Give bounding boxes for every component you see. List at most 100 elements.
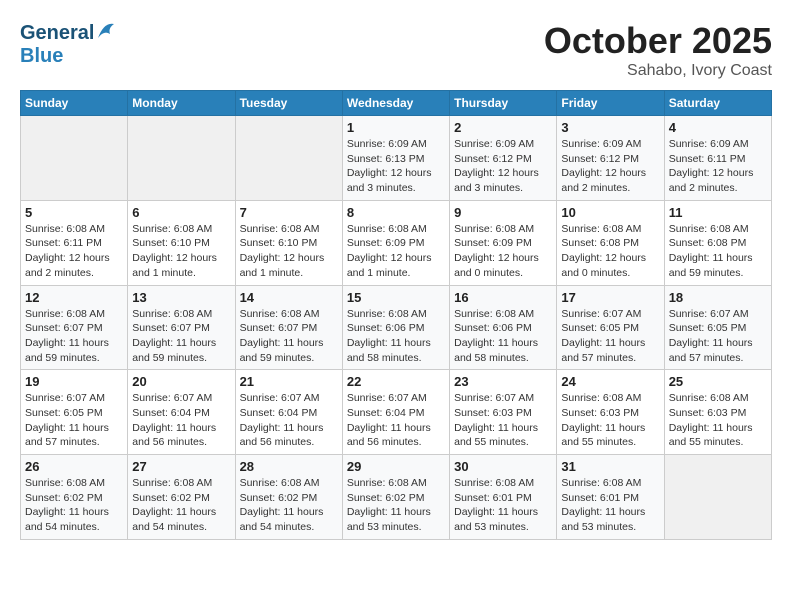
calendar-cell [128,116,235,201]
day-info: Sunrise: 6:09 AM Sunset: 6:12 PM Dayligh… [561,137,659,196]
day-info: Sunrise: 6:08 AM Sunset: 6:08 PM Dayligh… [561,222,659,281]
weekday-header-saturday: Saturday [664,91,771,116]
weekday-header-tuesday: Tuesday [235,91,342,116]
calendar-cell: 25Sunrise: 6:08 AM Sunset: 6:03 PM Dayli… [664,370,771,455]
calendar-cell: 1 Sunrise: 6:09 AM Sunset: 6:13 PM Daylig… [342,116,449,201]
day-number: 13 [132,290,230,305]
day-info: Sunrise: 6:07 AM Sunset: 6:03 PM Dayligh… [454,391,552,450]
day-info: Sunrise: 6:08 AM Sunset: 6:09 PM Dayligh… [454,222,552,281]
day-info: Sunrise: 6:08 AM Sunset: 6:02 PM Dayligh… [132,476,230,535]
calendar-cell: 12 Sunrise: 6:08 AM Sunset: 6:07 PM Dayli… [21,285,128,370]
day-number: 10 [561,205,659,220]
day-number: 1 [347,120,445,135]
calendar-cell: 15Sunrise: 6:08 AM Sunset: 6:06 PM Dayli… [342,285,449,370]
day-info: Sunrise: 6:09 AM Sunset: 6:12 PM Dayligh… [454,137,552,196]
calendar-cell: 24 Sunrise: 6:08 AM Sunset: 6:03 PM Dayli… [557,370,664,455]
day-info: Sunrise: 6:07 AM Sunset: 6:04 PM Dayligh… [132,391,230,450]
day-info: Sunrise: 6:08 AM Sunset: 6:02 PM Dayligh… [347,476,445,535]
calendar-cell: 23 Sunrise: 6:07 AM Sunset: 6:03 PM Dayli… [450,370,557,455]
day-number: 2 [454,120,552,135]
day-info: Sunrise: 6:08 AM Sunset: 6:10 PM Dayligh… [240,222,338,281]
calendar-cell: 6 Sunrise: 6:08 AM Sunset: 6:10 PM Daylig… [128,200,235,285]
calendar-cell: 4 Sunrise: 6:09 AM Sunset: 6:11 PM Daylig… [664,116,771,201]
day-number: 20 [132,374,230,389]
page-header: General Blue October 2025 Sahabo, Ivory … [20,20,772,80]
day-number: 8 [347,205,445,220]
calendar-cell: 30 Sunrise: 6:08 AM Sunset: 6:01 PM Dayli… [450,455,557,540]
day-number: 5 [25,205,123,220]
calendar-cell: 7 Sunrise: 6:08 AM Sunset: 6:10 PM Daylig… [235,200,342,285]
logo-bird-icon [96,20,116,40]
logo: General Blue [20,20,116,67]
calendar-cell [235,116,342,201]
day-number: 14 [240,290,338,305]
calendar-week-3: 12 Sunrise: 6:08 AM Sunset: 6:07 PM Dayli… [21,285,772,370]
day-info: Sunrise: 6:07 AM Sunset: 6:05 PM Dayligh… [669,307,767,366]
day-info: Sunrise: 6:08 AM Sunset: 6:07 PM Dayligh… [132,307,230,366]
day-info: Sunrise: 6:08 AM Sunset: 6:01 PM Dayligh… [561,476,659,535]
calendar-cell: 21Sunrise: 6:07 AM Sunset: 6:04 PM Dayli… [235,370,342,455]
weekday-header-sunday: Sunday [21,91,128,116]
day-number: 6 [132,205,230,220]
location-subtitle: Sahabo, Ivory Coast [544,62,772,80]
weekday-header-thursday: Thursday [450,91,557,116]
calendar-cell: 26 Sunrise: 6:08 AM Sunset: 6:02 PM Dayli… [21,455,128,540]
title-area: October 2025 Sahabo, Ivory Coast [544,20,772,80]
calendar-cell: 18Sunrise: 6:07 AM Sunset: 6:05 PM Dayli… [664,285,771,370]
day-number: 16 [454,290,552,305]
day-number: 24 [561,374,659,389]
day-number: 17 [561,290,659,305]
day-number: 27 [132,459,230,474]
day-info: Sunrise: 6:09 AM Sunset: 6:13 PM Dayligh… [347,137,445,196]
day-info: Sunrise: 6:08 AM Sunset: 6:03 PM Dayligh… [561,391,659,450]
day-number: 31 [561,459,659,474]
day-info: Sunrise: 6:08 AM Sunset: 6:06 PM Dayligh… [347,307,445,366]
day-number: 9 [454,205,552,220]
calendar-cell: 28Sunrise: 6:08 AM Sunset: 6:02 PM Dayli… [235,455,342,540]
calendar-cell: 10 Sunrise: 6:08 AM Sunset: 6:08 PM Dayli… [557,200,664,285]
calendar-cell: 27 Sunrise: 6:08 AM Sunset: 6:02 PM Dayli… [128,455,235,540]
calendar-cell [21,116,128,201]
day-info: Sunrise: 6:07 AM Sunset: 6:05 PM Dayligh… [25,391,123,450]
calendar-cell: 22 Sunrise: 6:07 AM Sunset: 6:04 PM Dayli… [342,370,449,455]
day-info: Sunrise: 6:08 AM Sunset: 6:09 PM Dayligh… [347,222,445,281]
day-number: 26 [25,459,123,474]
calendar-body: 1 Sunrise: 6:09 AM Sunset: 6:13 PM Daylig… [21,116,772,540]
day-info: Sunrise: 6:07 AM Sunset: 6:04 PM Dayligh… [347,391,445,450]
day-info: Sunrise: 6:07 AM Sunset: 6:05 PM Dayligh… [561,307,659,366]
day-number: 12 [25,290,123,305]
weekday-row: SundayMondayTuesdayWednesdayThursdayFrid… [21,91,772,116]
weekday-header-friday: Friday [557,91,664,116]
day-info: Sunrise: 6:08 AM Sunset: 6:01 PM Dayligh… [454,476,552,535]
day-number: 29 [347,459,445,474]
day-info: Sunrise: 6:09 AM Sunset: 6:11 PM Dayligh… [669,137,767,196]
weekday-header-monday: Monday [128,91,235,116]
calendar-cell: 19 Sunrise: 6:07 AM Sunset: 6:05 PM Dayli… [21,370,128,455]
calendar-cell: 31 Sunrise: 6:08 AM Sunset: 6:01 PM Dayli… [557,455,664,540]
calendar-cell: 17 Sunrise: 6:07 AM Sunset: 6:05 PM Dayli… [557,285,664,370]
calendar-week-2: 5Sunrise: 6:08 AM Sunset: 6:11 PM Daylig… [21,200,772,285]
day-number: 3 [561,120,659,135]
day-number: 25 [669,374,767,389]
calendar-table: SundayMondayTuesdayWednesdayThursdayFrid… [20,90,772,540]
day-number: 21 [240,374,338,389]
day-number: 4 [669,120,767,135]
calendar-header: SundayMondayTuesdayWednesdayThursdayFrid… [21,91,772,116]
calendar-week-1: 1 Sunrise: 6:09 AM Sunset: 6:13 PM Daylig… [21,116,772,201]
calendar-cell: 2 Sunrise: 6:09 AM Sunset: 6:12 PM Daylig… [450,116,557,201]
day-info: Sunrise: 6:08 AM Sunset: 6:10 PM Dayligh… [132,222,230,281]
month-title: October 2025 [544,20,772,62]
weekday-header-wednesday: Wednesday [342,91,449,116]
calendar-cell: 20 Sunrise: 6:07 AM Sunset: 6:04 PM Dayli… [128,370,235,455]
day-info: Sunrise: 6:08 AM Sunset: 6:02 PM Dayligh… [25,476,123,535]
day-info: Sunrise: 6:08 AM Sunset: 6:07 PM Dayligh… [25,307,123,366]
day-number: 23 [454,374,552,389]
calendar-cell: 13 Sunrise: 6:08 AM Sunset: 6:07 PM Dayli… [128,285,235,370]
calendar-cell: 3 Sunrise: 6:09 AM Sunset: 6:12 PM Daylig… [557,116,664,201]
calendar-week-5: 26 Sunrise: 6:08 AM Sunset: 6:02 PM Dayli… [21,455,772,540]
day-number: 19 [25,374,123,389]
day-number: 7 [240,205,338,220]
day-number: 30 [454,459,552,474]
day-info: Sunrise: 6:08 AM Sunset: 6:08 PM Dayligh… [669,222,767,281]
day-number: 22 [347,374,445,389]
